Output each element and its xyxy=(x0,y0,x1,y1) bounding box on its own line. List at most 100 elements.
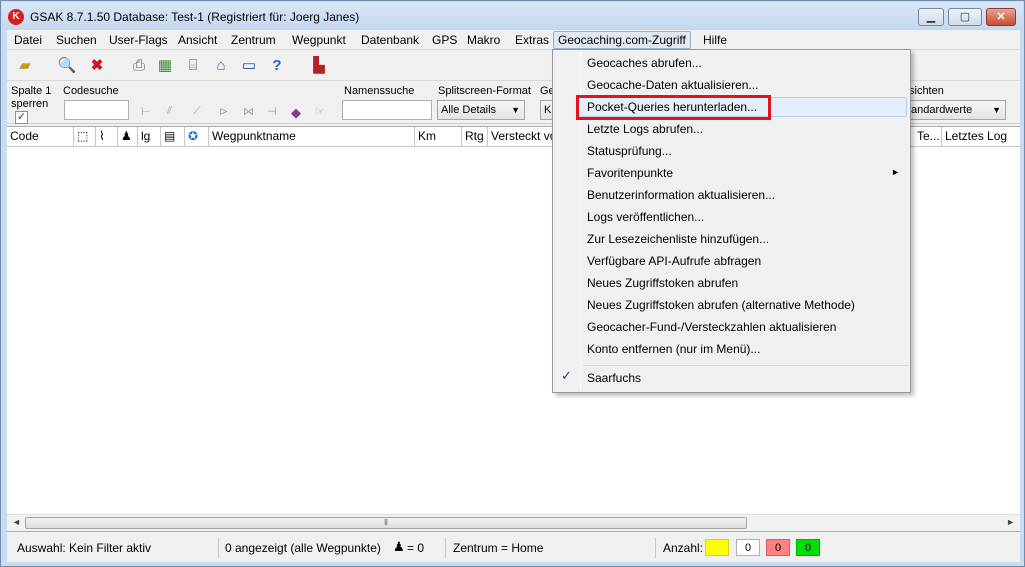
lock-column-label: Spalte 1 xyxy=(11,85,52,97)
menu-user-flags[interactable]: User-Flags xyxy=(105,31,172,49)
count-red: 0 xyxy=(766,539,790,556)
views-label: sichten xyxy=(909,85,944,97)
nav-last-icon[interactable]: ⊣ xyxy=(267,105,277,118)
ribbon-icon: ✪ xyxy=(188,129,199,143)
window-icon[interactable]: ▭ xyxy=(239,56,259,76)
print-icon[interactable]: ⎙ xyxy=(129,56,149,76)
status-divider xyxy=(445,538,446,558)
menu-zentrum[interactable]: Zentrum xyxy=(227,31,280,49)
menu-item-update-find-counts[interactable]: Geocacher-Fund-/Versteckzahlen aktualisi… xyxy=(587,317,836,337)
count-yellow xyxy=(705,539,729,556)
window-title: GSAK 8.7.1.50 Database: Test-1 (Registri… xyxy=(30,10,360,24)
menu-item-add-bookmark[interactable]: Zur Lesezeichenliste hinzufügen... xyxy=(587,229,769,249)
col-award[interactable]: ✪ xyxy=(185,127,209,146)
menu-suchen[interactable]: Suchen xyxy=(52,31,101,49)
nav-first-icon[interactable]: ⊢ xyxy=(141,105,151,118)
dna-icon: ⌇ xyxy=(99,129,105,143)
nav-next-icon[interactable]: ⊳ xyxy=(219,105,228,118)
maximize-button[interactable]: ▢ xyxy=(948,8,982,26)
minimize-button[interactable]: ▁ xyxy=(918,8,944,26)
delete-icon[interactable]: ✖ xyxy=(87,56,107,76)
title-bar[interactable]: K GSAK 8.7.1.50 Database: Test-1 (Regist… xyxy=(2,2,1023,30)
col-rtg[interactable]: Rtg xyxy=(462,127,488,146)
menu-wegpunkt[interactable]: Wegpunkt xyxy=(288,31,350,49)
count-white: 0 xyxy=(736,539,760,556)
menu-ansicht[interactable]: Ansicht xyxy=(174,31,221,49)
menu-makro[interactable]: Makro xyxy=(463,31,504,49)
scroll-left-icon[interactable]: ◄ xyxy=(12,517,21,527)
menu-datei[interactable]: Datei xyxy=(10,31,46,49)
submenu-arrow-icon: ► xyxy=(891,167,900,177)
menu-item-api-calls[interactable]: Verfügbare API-Aufrufe abfragen xyxy=(587,251,761,271)
shown-count: 0 angezeigt (alle Wegpunkte) xyxy=(225,541,381,555)
menu-gps[interactable]: GPS xyxy=(428,31,461,49)
scrollbar-thumb[interactable]: ⦀ xyxy=(25,517,747,529)
col-hidden-by[interactable]: Versteckt vo xyxy=(488,127,558,146)
count-label: Anzahl: xyxy=(663,541,704,555)
col-km[interactable]: Km xyxy=(415,127,462,146)
pointing-hand-icon[interactable]: ☞ xyxy=(315,105,325,118)
col-last-log[interactable]: Letztes Log xyxy=(942,127,1018,146)
eraser-icon[interactable]: ◆ xyxy=(291,105,301,121)
chevron-down-icon: ▼ xyxy=(992,105,1001,115)
scroll-right-icon[interactable]: ► xyxy=(1006,517,1015,527)
code-search-label: Codesuche xyxy=(63,85,119,97)
code-search-input[interactable] xyxy=(64,100,129,120)
exit-icon[interactable]: ▙ xyxy=(309,56,329,76)
menu-datenbank[interactable]: Datenbank xyxy=(357,31,423,49)
split-format-value: Alle Details xyxy=(441,104,497,116)
ge-value: K xyxy=(544,104,552,116)
menu-item-new-token[interactable]: Neues Zugriffstoken abrufen xyxy=(587,273,738,293)
checkmark-icon: ✓ xyxy=(561,368,572,383)
open-folder-icon[interactable]: ▰ xyxy=(15,56,35,76)
status-bar: Auswahl: Kein Filter aktiv 0 angezeigt (… xyxy=(7,536,1020,560)
close-button[interactable]: ✕ xyxy=(986,8,1016,26)
chevron-down-icon: ▼ xyxy=(511,105,520,115)
col-cache-type[interactable]: ⬚ xyxy=(74,127,96,146)
col-waypoint-name[interactable]: Wegpunktname xyxy=(209,127,415,146)
split-format-select[interactable]: Alle Details ▼ xyxy=(437,100,525,120)
horizontal-scrollbar[interactable]: ◄ ⦀ ► xyxy=(7,514,1020,531)
menu-item-account-saarfuchs[interactable]: Saarfuchs xyxy=(587,368,641,388)
lock-column-checkbox[interactable]: ✓ xyxy=(15,111,28,124)
views-select[interactable]: tandardwerte ▼ xyxy=(904,100,1006,120)
person-icon: ♟ xyxy=(393,539,405,554)
menu-extras[interactable]: Extras xyxy=(511,31,553,49)
menu-geocaching-zugriff[interactable]: Geocaching.com-Zugriff xyxy=(553,31,691,49)
col-te[interactable]: Te... xyxy=(914,127,942,146)
menu-item-remove-account[interactable]: Konto entfernen (nur im Menü)... xyxy=(587,339,760,359)
menu-item-get-geocaches[interactable]: Geocaches abrufen... xyxy=(587,53,702,73)
menu-item-publish-logs[interactable]: Logs veröffentlichen... xyxy=(587,207,704,227)
col-lg[interactable]: lg xyxy=(138,127,161,146)
tree-icon[interactable]: ⌸ xyxy=(183,56,203,76)
views-value: tandardwerte xyxy=(908,104,973,116)
nav-next-page-icon[interactable]: ⋈ xyxy=(243,105,254,118)
menu-separator xyxy=(583,365,908,366)
col-code[interactable]: Code xyxy=(7,127,74,146)
col-container[interactable]: ⌇ xyxy=(96,127,118,146)
menu-item-get-last-logs[interactable]: Letzte Logs abrufen... xyxy=(587,119,703,139)
status-divider xyxy=(218,538,219,558)
col-notes[interactable]: ▤ xyxy=(161,127,185,146)
filter-status: Auswahl: Kein Filter aktiv xyxy=(17,541,152,555)
lock-column-label-2: sperren xyxy=(11,98,49,110)
home-icon[interactable]: ⌂ xyxy=(211,56,231,76)
menu-item-refresh-geocache-data[interactable]: Geocache-Daten aktualisieren... xyxy=(587,75,758,95)
nav-prev-icon[interactable]: ⟋ xyxy=(193,105,201,118)
help-icon[interactable]: ? xyxy=(267,56,287,76)
geocaching-access-menu: Geocaches abrufen... Geocache-Daten aktu… xyxy=(552,49,911,393)
nav-prev-page-icon[interactable]: ⫽ xyxy=(167,105,172,118)
menu-hilfe[interactable]: Hilfe xyxy=(699,31,731,49)
gsak-logo-icon: K xyxy=(8,9,24,25)
count-green: 0 xyxy=(796,539,820,556)
menu-item-status-check[interactable]: Statusprüfung... xyxy=(587,141,672,161)
grid-icon[interactable]: ▦ xyxy=(155,56,175,76)
menu-item-new-token-alt[interactable]: Neues Zugriffstoken abrufen (alternative… xyxy=(587,295,855,315)
col-person[interactable]: ♟ xyxy=(118,127,138,146)
cube-icon: ⬚ xyxy=(77,129,89,143)
status-divider xyxy=(655,538,656,558)
menu-item-favorite-points[interactable]: Favoritenpunkte xyxy=(587,163,673,183)
preview-icon[interactable]: 🔍 xyxy=(57,56,77,76)
name-search-input[interactable] xyxy=(342,100,432,120)
menu-item-update-user-info[interactable]: Benutzerinformation aktualisieren... xyxy=(587,185,775,205)
